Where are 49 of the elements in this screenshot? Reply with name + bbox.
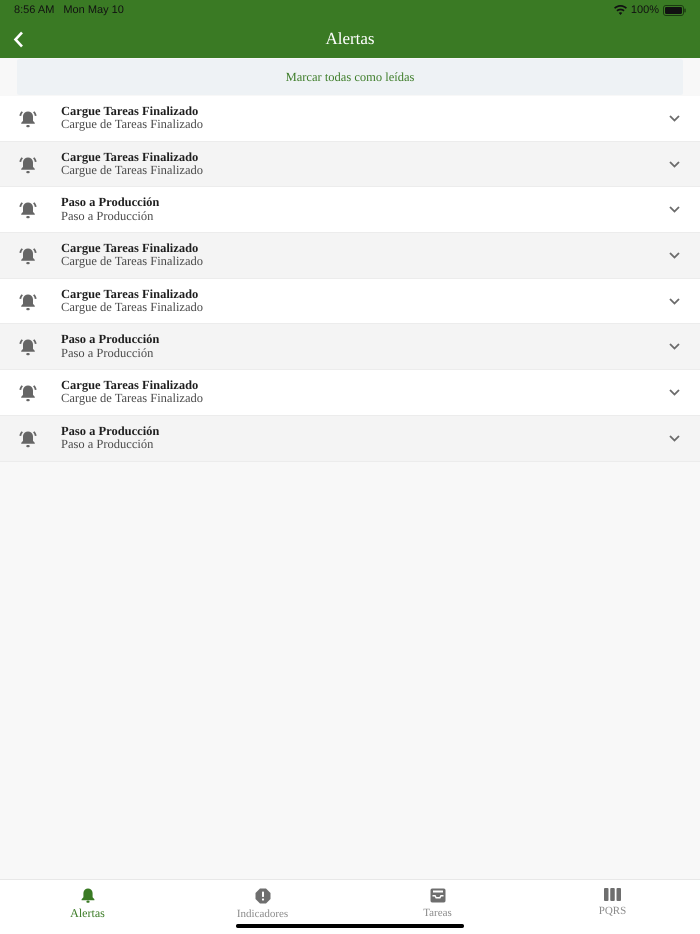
alert-subtitle: Cargue de Tareas Finalizado	[61, 255, 204, 269]
battery-percent: 100%	[630, 2, 659, 18]
columns-icon	[604, 888, 621, 901]
tab-label: Tareas	[423, 906, 452, 921]
bell-ringing-icon	[18, 246, 38, 265]
bell-ringing-icon	[18, 337, 38, 356]
alert-title: Paso a Producción	[61, 333, 160, 347]
alert-subtitle: Cargue de Tareas Finalizado	[61, 164, 204, 178]
alert-subtitle: Cargue de Tareas Finalizado	[61, 392, 204, 406]
bell-icon	[80, 888, 94, 903]
alert-row[interactable]: Paso a Producción Paso a Producción	[0, 324, 700, 370]
bell-ringing-icon	[18, 200, 38, 220]
bell-ringing-icon	[18, 108, 38, 128]
alert-row[interactable]: Cargue Tareas Finalizado Cargue de Tareas Finalizado	[0, 370, 700, 416]
alert-row[interactable]: Cargue Tareas Finalizado Cargue de Tareas Finalizado	[0, 278, 700, 324]
alert-subtitle: Cargue de Tareas Finalizado	[61, 118, 204, 132]
alert-subtitle: Cargue de Tareas Finalizado	[61, 301, 204, 315]
bell-ringing-icon	[18, 292, 38, 311]
status-time: 8:56 AM	[14, 2, 54, 18]
alert-subtitle: Paso a Producción	[61, 346, 154, 360]
alert-row[interactable]: Paso a Producción Paso a Producción	[0, 187, 700, 234]
alert-row[interactable]: Cargue Tareas Finalizado Cargue de Tareas Finalizado	[0, 142, 700, 188]
bell-ringing-icon	[18, 154, 38, 174]
tab-label: Indicadores	[236, 907, 288, 922]
alert-title: Cargue Tareas Finalizado	[61, 378, 200, 392]
bell-ringing-icon	[18, 428, 38, 448]
status-date: Mon May 10	[63, 2, 124, 18]
alert-row[interactable]: Cargue Tareas Finalizado Cargue de Tareas Finalizado	[0, 233, 700, 279]
alert-subtitle: Paso a Producción	[61, 210, 154, 224]
alert-title: Paso a Producción	[61, 424, 160, 438]
alert-title: Paso a Producción	[61, 196, 160, 210]
bell-ringing-icon	[18, 382, 38, 402]
alert-octagon-icon	[254, 888, 270, 904]
alert-title: Cargue Tareas Finalizado	[61, 104, 200, 118]
alert-title: Cargue Tareas Finalizado	[61, 150, 200, 164]
screen-title: Alertas	[325, 28, 375, 50]
back-icon[interactable]	[13, 31, 24, 48]
alert-title: Cargue Tareas Finalizado	[61, 242, 200, 256]
inbox-tray-icon	[430, 888, 446, 903]
mark-all-read-button[interactable]: Marcar todas como leídas	[17, 59, 683, 95]
wifi-icon	[614, 5, 627, 15]
alert-subtitle: Paso a Producción	[61, 438, 154, 452]
alert-row[interactable]: Cargue Tareas Finalizado Cargue de Tareas Finalizado	[0, 96, 700, 142]
alert-title: Cargue Tareas Finalizado	[61, 288, 200, 302]
tab-label: Alertas	[70, 905, 105, 922]
alert-row[interactable]: Paso a Producción Paso a Producción	[0, 416, 700, 462]
tab-label: PQRS	[598, 904, 626, 919]
battery-icon	[663, 4, 686, 16]
tab-item[interactable]: Alertas	[0, 880, 175, 934]
